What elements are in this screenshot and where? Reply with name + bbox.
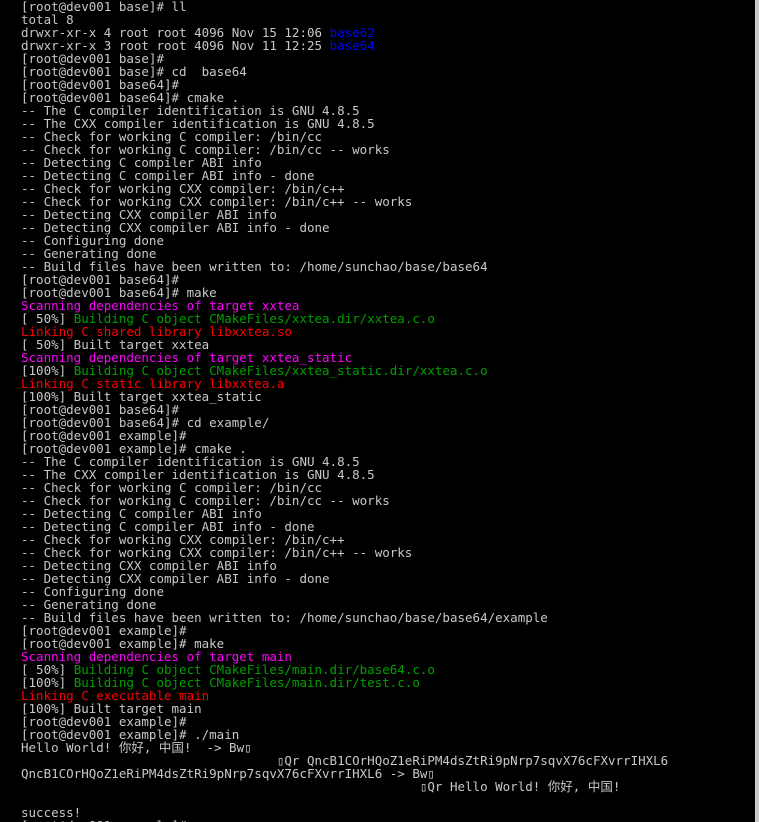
terminal-text: [root@dev001 example]# [21,818,187,822]
terminal-line: ▯Qr Hello World! 你好, 中国! [21,779,621,794]
terminal-text-segment: base64 [329,38,375,53]
terminal-text: ▯Qr Hello World! 你好, 中国! [21,779,621,794]
terminal-output[interactable]: [root@dev001 base]# ll total 8 drwxr-xr-x … [0,0,755,822]
scrollbar[interactable] [755,0,759,822]
